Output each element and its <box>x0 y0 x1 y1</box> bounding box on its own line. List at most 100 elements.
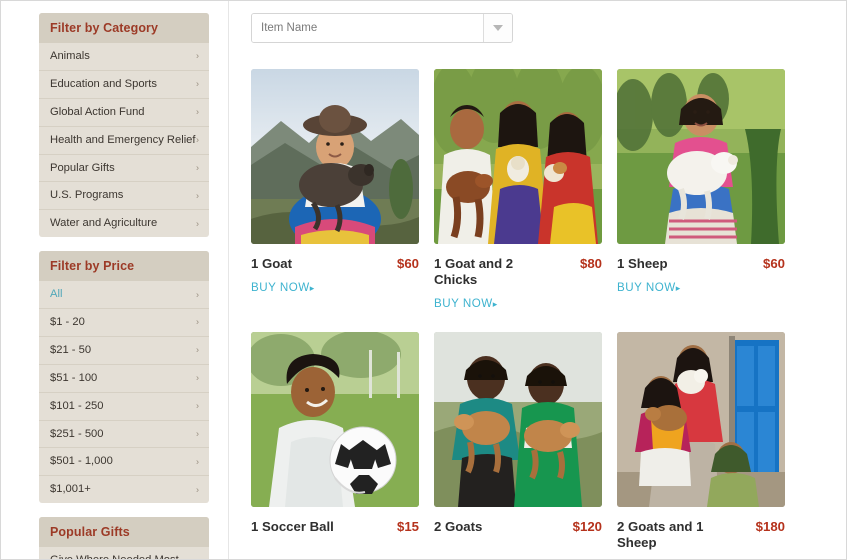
item-name-select[interactable] <box>251 13 513 43</box>
filter-item-label: $1,001+ <box>50 483 91 496</box>
buy-now-link[interactable]: BUY NOW▸ <box>251 281 315 294</box>
filter-item-101-250[interactable]: $101 - 250 › <box>39 393 209 421</box>
product-price: $80 <box>579 256 602 271</box>
filter-by-price-heading: Filter by Price <box>39 251 209 282</box>
product-image-boy-holding-soccer-ball-on-field[interactable] <box>251 332 419 508</box>
filter-item-label: U.S. Programs <box>50 189 124 202</box>
product-card[interactable]: 1 Sheep $60 BUY NOW▸ <box>617 69 800 312</box>
search-input[interactable] <box>252 14 483 42</box>
filter-item-education-and-sports[interactable]: Education and Sports › <box>39 71 209 99</box>
product-title[interactable]: 1 Sheep <box>617 256 668 272</box>
filter-item-51-100[interactable]: $51 - 100 › <box>39 365 209 393</box>
filter-item-label: Water and Agriculture <box>50 217 158 230</box>
buy-now-label: BUY NOW <box>434 297 493 311</box>
chevron-right-icon: › <box>196 162 199 173</box>
filter-item-label: $101 - 250 <box>50 399 104 412</box>
chevron-right-icon: › <box>196 316 199 327</box>
product-price: $60 <box>396 256 419 271</box>
panel-filter-by-price: Filter by Price All › $1 - 20 › $21 - 50 › $51 … <box>39 251 209 504</box>
panel-popular-gifts: Popular GiftsGive Where Needed Most›1 Go… <box>39 517 209 559</box>
filter-item-label: Global Action Fund <box>50 105 145 118</box>
filter-item-251-500[interactable]: $251 - 500 › <box>39 421 209 449</box>
caret-down-icon <box>493 25 503 31</box>
product-title[interactable]: 1 Soccer Ball <box>251 519 334 535</box>
chevron-right-icon: › <box>196 400 199 411</box>
filter-item-label: $501 - 1,000 <box>50 455 113 468</box>
buy-now-link[interactable]: BUY NOW▸ <box>434 297 498 310</box>
product-price: $180 <box>755 519 785 535</box>
buy-now-label: BUY NOW <box>617 281 676 295</box>
product-price: $15 <box>396 519 419 535</box>
filter-by-category-list: Animals › Education and Sports › Global Acti… <box>39 43 209 237</box>
product-card[interactable]: 2 Goats and 1 Sheep $180 <box>617 332 800 551</box>
filter-item-label: Education and Sports <box>50 77 157 90</box>
chevron-right-icon: › <box>196 344 199 355</box>
buy-now-label: BUY NOW <box>251 281 310 295</box>
chevron-right-icon: › <box>196 456 199 467</box>
arrow-right-icon: ▸ <box>675 283 681 294</box>
chevron-right-icon: › <box>196 50 199 61</box>
product-price: $60 <box>762 256 785 271</box>
search-row <box>251 13 846 57</box>
filter-item-1-001[interactable]: $1,001+ › <box>39 476 209 503</box>
product-meta: 2 Goats $120 <box>434 519 602 535</box>
arrow-right-icon: ▸ <box>309 283 315 294</box>
arrow-right-icon: ▸ <box>492 299 498 310</box>
product-meta: 1 Soccer Ball $15 <box>251 519 419 535</box>
chevron-right-icon: › <box>196 428 199 439</box>
product-image-girl-in-pink-holding-white-lamb[interactable] <box>617 69 785 244</box>
filter-item-all[interactable]: All › <box>39 281 209 309</box>
product-image-three-children-holding-goat-and-chicks[interactable] <box>434 69 602 244</box>
popular-gifts-list: Give Where Needed Most›1 Goat›Educate a … <box>39 547 209 559</box>
filter-item-label: Popular Gifts <box>50 161 115 174</box>
dropdown-toggle-button[interactable] <box>483 14 512 42</box>
product-meta: 1 Goat and 2 Chicks $80 <box>434 256 602 288</box>
filter-item-global-action-fund[interactable]: Global Action Fund › <box>39 99 209 127</box>
filter-item-health-and-emergency-relief[interactable]: Health and Emergency Relief › <box>39 127 209 155</box>
product-meta: 1 Sheep $60 <box>617 256 785 272</box>
chevron-right-icon: › <box>196 106 199 117</box>
filter-item-label: Health and Emergency Relief <box>50 133 196 146</box>
product-meta: 1 Goat $60 <box>251 256 419 272</box>
filter-item-animals[interactable]: Animals › <box>39 43 209 71</box>
gift-catalog-page: Filter by Category Animals › Education and … <box>0 0 847 560</box>
product-image-family-with-goats-by-blue-door[interactable] <box>617 332 785 508</box>
filter-item-501-1-000[interactable]: $501 - 1,000 › <box>39 448 209 477</box>
filter-item-label: Give Where Needed Most <box>50 554 179 559</box>
panel-filter-by-category: Filter by Category Animals › Education and … <box>39 13 209 238</box>
product-card[interactable]: 1 Goat $60 BUY NOW▸ <box>251 69 434 312</box>
chevron-right-icon: › <box>196 484 199 495</box>
filter-item-give-where-needed-most[interactable]: Give Where Needed Most › <box>39 547 209 559</box>
product-grid: 1 Goat $60 BUY NOW▸ 1 Goat and 2 Chicks $80… <box>251 69 846 551</box>
chevron-right-icon: › <box>196 218 199 229</box>
product-image-girl-in-hat-holding-goat-in-mountains[interactable] <box>251 69 419 244</box>
filter-by-category-heading: Filter by Category <box>39 13 209 43</box>
chevron-right-icon: › <box>196 190 199 201</box>
product-title[interactable]: 2 Goats and 1 Sheep <box>617 519 729 551</box>
chevron-right-icon: › <box>196 289 199 300</box>
filter-item-u-s-programs[interactable]: U.S. Programs › <box>39 182 209 211</box>
filter-item-water-and-agriculture[interactable]: Water and Agriculture › <box>39 210 209 237</box>
product-price: $120 <box>572 519 602 535</box>
filter-item-label: Animals <box>50 50 90 62</box>
filter-item-popular-gifts[interactable]: Popular Gifts › <box>39 155 209 183</box>
product-meta: 2 Goats and 1 Sheep $180 <box>617 519 785 551</box>
popular-gifts-heading: Popular Gifts <box>39 517 209 548</box>
filter-by-price-list: All › $1 - 20 › $21 - 50 › $51 - 100 › $101 - 25… <box>39 281 209 503</box>
catalog-main: 1 Goat$60BUY NOW▸ 1 Goat and 2 Chicks$80… <box>229 1 846 559</box>
filter-item-label: $251 - 500 <box>50 427 104 440</box>
product-card[interactable]: 2 Goats $120 <box>434 332 617 551</box>
product-image-two-boys-holding-goats[interactable] <box>434 332 602 508</box>
product-card[interactable]: 1 Goat and 2 Chicks $80 BUY NOW▸ <box>434 69 617 312</box>
filter-item-label: $1 - 20 <box>50 316 85 328</box>
product-title[interactable]: 1 Goat and 2 Chicks <box>434 256 546 288</box>
buy-now-link[interactable]: BUY NOW▸ <box>617 281 681 294</box>
filter-item-21-50[interactable]: $21 - 50 › <box>39 337 209 365</box>
chevron-right-icon: › <box>196 78 199 89</box>
filter-item-label: $21 - 50 <box>50 343 92 356</box>
product-title[interactable]: 1 Goat <box>251 256 292 272</box>
product-title[interactable]: 2 Goats <box>434 519 482 535</box>
filter-item-1-20[interactable]: $1 - 20 › <box>39 309 209 337</box>
filter-item-label: All <box>50 288 63 301</box>
product-card[interactable]: 1 Soccer Ball $15 <box>251 332 434 551</box>
